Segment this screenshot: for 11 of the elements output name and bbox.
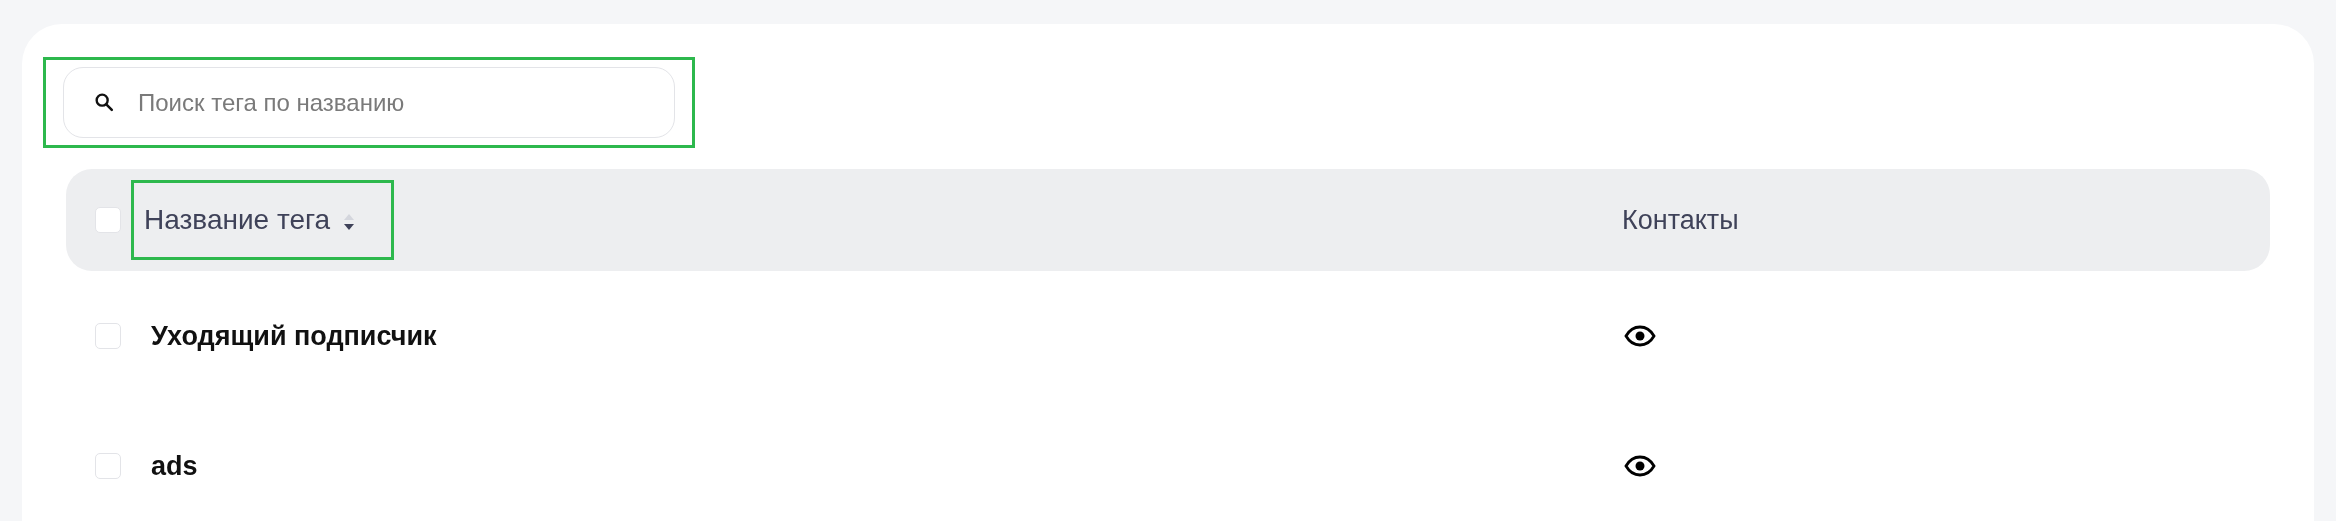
checkbox[interactable]	[95, 323, 121, 349]
tag-name: ads	[151, 449, 198, 483]
checkbox[interactable]	[95, 453, 121, 479]
search-field[interactable]: Поиск тега по названию	[63, 67, 675, 138]
eye-icon[interactable]	[1624, 455, 1656, 477]
column-header: Контакты	[1622, 203, 1740, 237]
checkbox[interactable]	[95, 207, 121, 233]
search-icon	[93, 91, 115, 113]
column-header[interactable]: Название тега	[144, 199, 331, 241]
eye-icon[interactable]	[1624, 325, 1656, 347]
tag-name: Уходящий подписчик	[151, 319, 437, 353]
